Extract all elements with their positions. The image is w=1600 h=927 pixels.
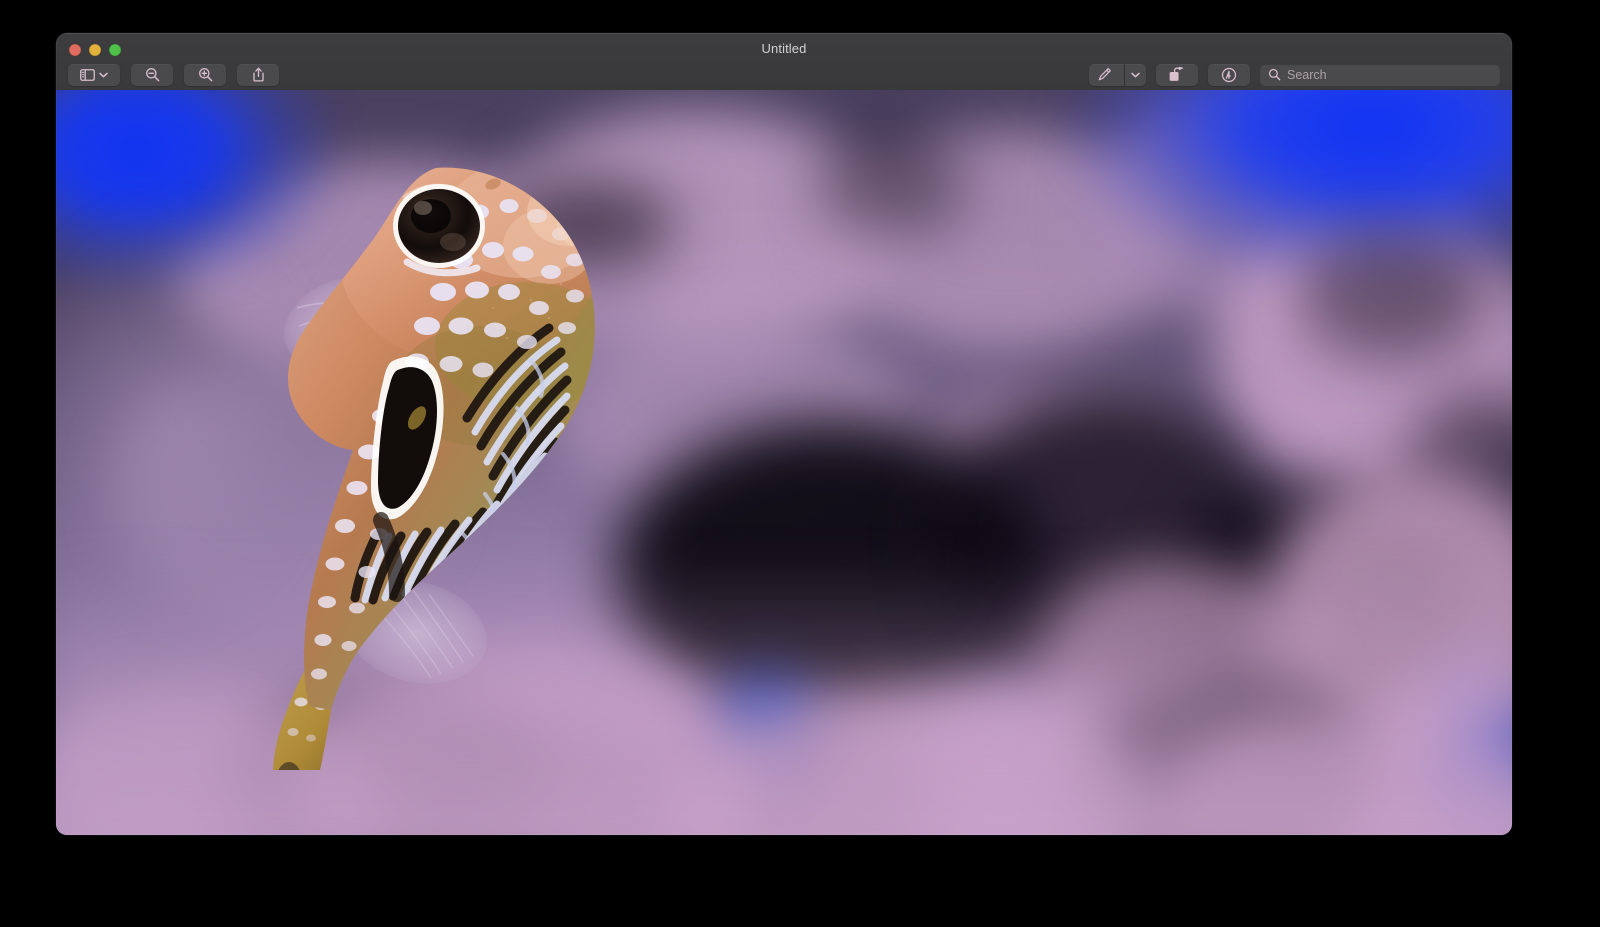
chevron-down-icon bbox=[99, 72, 108, 78]
pufferfish-photo bbox=[56, 90, 1512, 835]
fish-eye bbox=[393, 184, 485, 268]
zoom-in-button[interactable] bbox=[184, 64, 226, 86]
share-button[interactable] bbox=[237, 64, 279, 86]
minimize-button[interactable] bbox=[89, 44, 101, 56]
traffic-light-group bbox=[69, 44, 121, 56]
markup-menu-button[interactable] bbox=[1124, 64, 1146, 86]
chevron-down-icon bbox=[1131, 72, 1140, 78]
search-input[interactable]: Search bbox=[1287, 68, 1327, 82]
window-titlebar: Untitled bbox=[56, 33, 1512, 91]
zoom-out-button[interactable] bbox=[131, 64, 173, 86]
window-title: Untitled bbox=[56, 41, 1512, 56]
toolbar-left-group bbox=[68, 64, 279, 86]
sidebar-icon bbox=[80, 69, 95, 81]
preview-window: Untitled bbox=[56, 33, 1512, 835]
toolbar-right-group: Search bbox=[1089, 64, 1500, 86]
close-button[interactable] bbox=[69, 44, 81, 56]
window-toolbar: Search bbox=[56, 59, 1512, 90]
magnifier-plus-icon bbox=[198, 67, 213, 82]
coral-crevice bbox=[816, 130, 966, 240]
annotate-button[interactable] bbox=[1208, 64, 1250, 86]
magnifier-minus-icon bbox=[145, 67, 160, 82]
rotate-icon bbox=[1169, 67, 1185, 82]
markup-button[interactable] bbox=[1089, 64, 1120, 86]
share-icon bbox=[252, 67, 265, 82]
rotate-button[interactable] bbox=[1156, 64, 1198, 86]
screenshot-root: Untitled bbox=[0, 0, 1600, 927]
search-field[interactable]: Search bbox=[1260, 64, 1500, 86]
marker-pen-icon bbox=[1097, 67, 1112, 82]
pufferfish-illustration bbox=[231, 150, 651, 770]
sidebar-view-button[interactable] bbox=[68, 64, 120, 86]
markup-button-group[interactable] bbox=[1089, 64, 1146, 86]
pufferfish bbox=[231, 150, 651, 770]
search-icon bbox=[1268, 68, 1281, 81]
coral-crevice bbox=[1296, 230, 1486, 360]
annotate-a-icon bbox=[1221, 67, 1237, 83]
zoom-button[interactable] bbox=[109, 44, 121, 56]
image-canvas[interactable] bbox=[56, 90, 1512, 835]
